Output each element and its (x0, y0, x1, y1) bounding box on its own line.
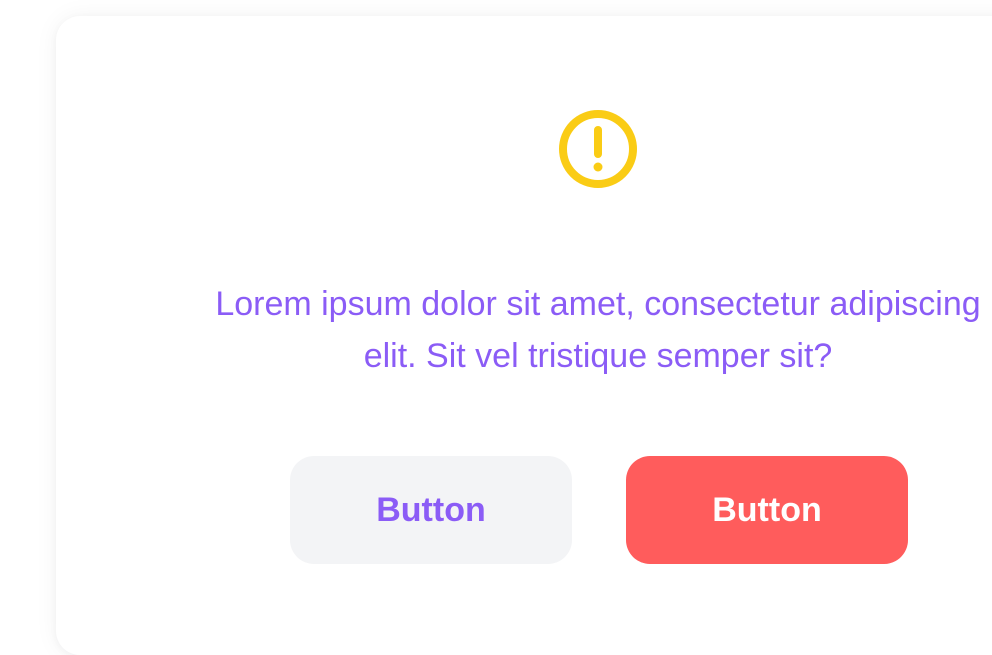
dialog-message: Lorem ipsum dolor sit amet, consectetur … (215, 285, 981, 375)
primary-button[interactable]: Button (626, 456, 908, 564)
confirmation-dialog: Lorem ipsum dolor sit amet, consectetur … (56, 16, 992, 655)
secondary-button[interactable]: Button (290, 456, 572, 564)
screen: Lorem ipsum dolor sit amet, consectetur … (0, 0, 992, 655)
alert-circle-icon (559, 110, 637, 188)
